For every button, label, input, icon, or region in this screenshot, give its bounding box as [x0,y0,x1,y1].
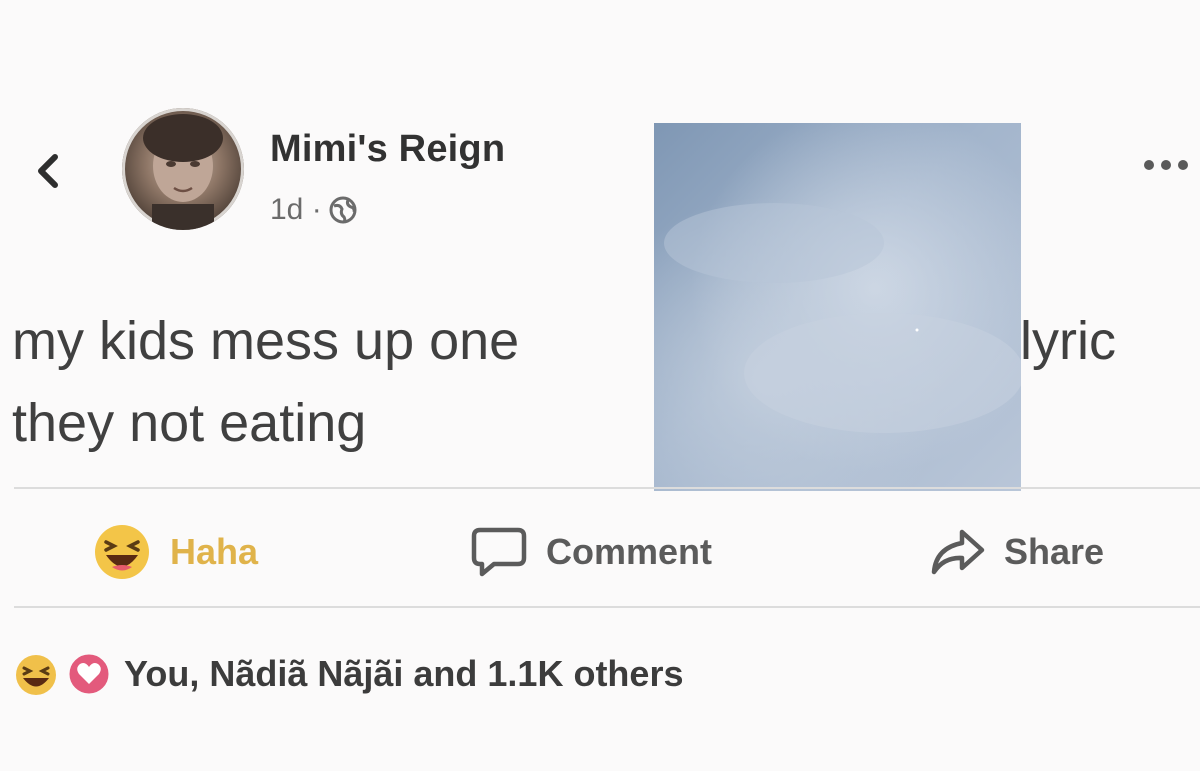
share-arrow-icon [931,529,985,575]
reaction-icons [12,651,114,697]
avatar-photo [143,114,223,230]
reaction-summary[interactable]: You, Nãdiã Nãjãi and 1.1K others [12,646,683,702]
haha-reaction-button[interactable]: Haha [92,520,258,584]
timestamp[interactable]: 1d · [270,193,322,227]
avatar[interactable] [122,108,244,230]
divider-bottom [14,606,1200,608]
haha-reaction-icon [16,655,56,695]
author-name[interactable]: Mimi's Reign [270,128,505,171]
globe-icon [329,196,357,224]
divider-top [14,487,1200,489]
love-reaction-icon [66,651,112,697]
post-text-line1-start: my kids mess up one [12,311,520,371]
haha-label: Haha [170,531,259,572]
comment-icon [471,527,527,577]
post-text-line1-end: lyric [1020,311,1116,371]
comment-label: Comment [546,531,713,572]
post-meta: 1d · [270,192,358,228]
more-options-button[interactable] [1138,150,1194,180]
sky-photo-overlay [654,123,1021,491]
chevron-left-icon [38,154,58,188]
back-button[interactable] [28,148,68,194]
facebook-post: Mimi's Reign 1d · my kids mess up one ly… [0,0,1200,771]
share-label: Share [1004,531,1105,572]
more-horizontal-icon [1144,160,1188,170]
haha-emoji-icon [95,525,149,579]
reaction-summary-text: You, Nãdiã Nãjãi and 1.1K others [124,653,684,694]
sky-image [654,123,1021,491]
comment-button[interactable]: Comment [470,520,712,584]
share-button[interactable]: Share [928,520,1104,584]
